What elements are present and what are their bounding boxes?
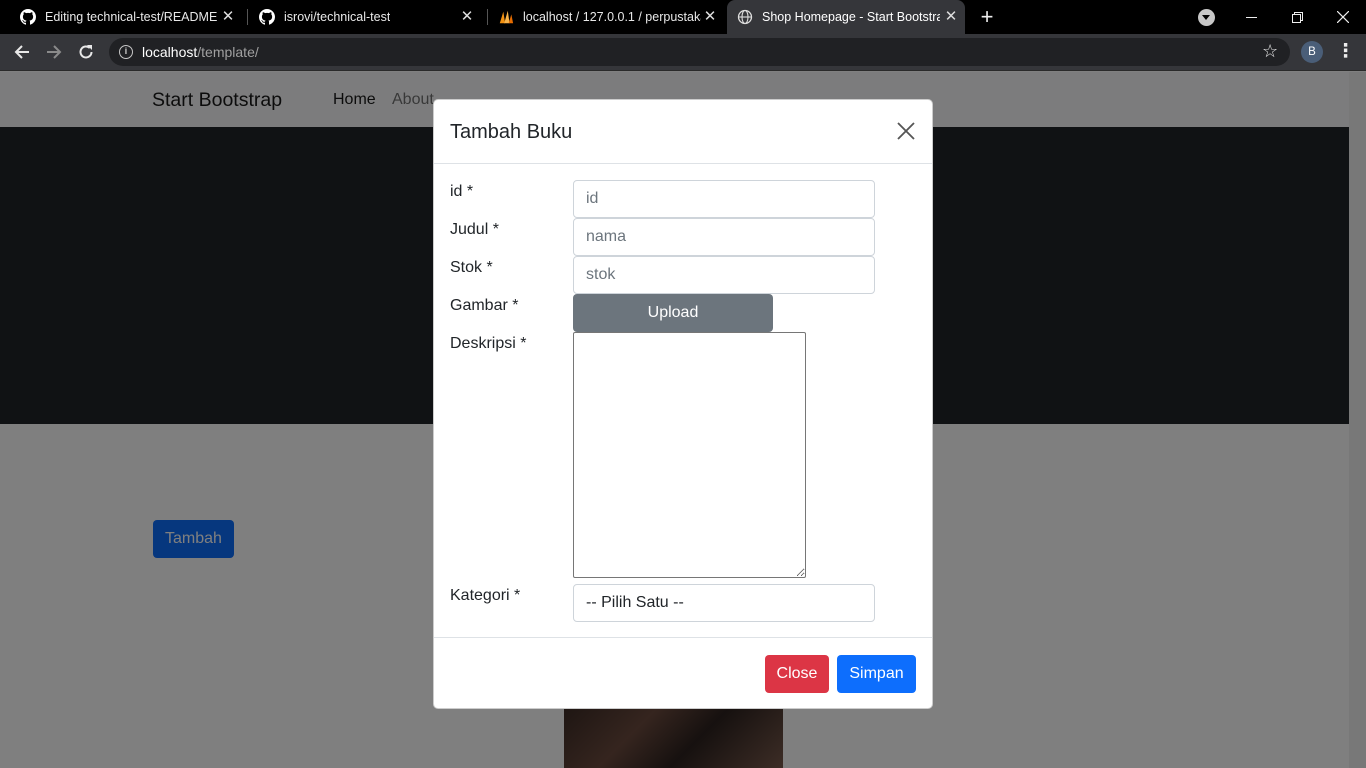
address-bar[interactable]: i localhost/template/ xyxy=(109,38,1290,66)
close-window-icon[interactable] xyxy=(1320,0,1366,34)
minimize-icon[interactable] xyxy=(1228,0,1274,34)
tab-title: Editing technical-test/README.m xyxy=(45,10,217,24)
judul-input[interactable] xyxy=(573,218,875,256)
forward-arrow-icon[interactable] xyxy=(42,40,66,64)
upload-button[interactable]: Upload xyxy=(573,294,773,332)
tab-title: isrovi/technical-test xyxy=(284,10,391,24)
stok-label: Stok * xyxy=(450,259,493,276)
site-info-icon[interactable]: i xyxy=(119,45,133,59)
new-tab-icon[interactable]: + xyxy=(977,5,997,29)
stok-input[interactable] xyxy=(573,256,875,294)
browser-tab-strip: Editing technical-test/README.m ✕ isrovi… xyxy=(0,0,1366,34)
browser-tab-shop[interactable]: Shop Homepage - Start Bootstrap ✕ xyxy=(727,0,965,34)
tambah-buku-modal: Tambah Buku id * Judul * Stok * Gambar *… xyxy=(433,99,933,709)
browser-tab-readme[interactable]: Editing technical-test/README.m ✕ xyxy=(10,0,242,34)
judul-label: Judul * xyxy=(450,221,499,238)
restore-icon[interactable] xyxy=(1274,0,1320,34)
phpmyadmin-icon xyxy=(498,9,514,25)
tab-title: Shop Homepage - Start Bootstrap xyxy=(762,10,940,24)
address-url: localhost/template/ xyxy=(142,44,259,60)
reload-icon[interactable] xyxy=(74,40,98,64)
modal-header: Tambah Buku xyxy=(434,100,932,164)
modal-body: id * Judul * Stok * Gambar * Upload Desk… xyxy=(434,164,932,638)
globe-icon xyxy=(737,9,753,25)
deskripsi-label: Deskripsi * xyxy=(450,335,527,352)
bookmark-star-icon[interactable]: ☆ xyxy=(1262,39,1278,63)
browser-menu-icon[interactable]: ⋮ xyxy=(1336,40,1355,64)
modal-footer: Close Simpan xyxy=(434,637,932,708)
back-arrow-icon[interactable] xyxy=(10,40,34,64)
browser-tab-repo[interactable]: isrovi/technical-test ✕ xyxy=(249,0,481,34)
tab-search-icon[interactable] xyxy=(1198,9,1215,26)
id-label: id * xyxy=(450,183,474,200)
close-tab-icon[interactable]: ✕ xyxy=(943,9,959,25)
browser-toolbar: i localhost/template/ ☆ B ⋮ xyxy=(0,34,1366,71)
close-icon[interactable] xyxy=(895,120,917,142)
browser-tab-phpmyadmin[interactable]: localhost / 127.0.0.1 / perpustaka ✕ xyxy=(488,0,724,34)
modal-title: Tambah Buku xyxy=(450,121,573,143)
kategori-select[interactable]: -- Pilih Satu -- xyxy=(573,584,875,622)
profile-avatar[interactable]: B xyxy=(1301,41,1323,63)
deskripsi-textarea[interactable] xyxy=(573,332,806,578)
github-icon xyxy=(20,9,36,25)
simpan-button[interactable]: Simpan xyxy=(837,655,916,693)
id-input[interactable] xyxy=(573,180,875,218)
gambar-label: Gambar * xyxy=(450,297,519,314)
kategori-label: Kategori * xyxy=(450,587,521,604)
close-tab-icon[interactable]: ✕ xyxy=(702,9,718,25)
close-tab-icon[interactable]: ✕ xyxy=(220,9,236,25)
close-tab-icon[interactable]: ✕ xyxy=(459,9,475,25)
close-button[interactable]: Close xyxy=(765,655,829,693)
kategori-selected-value: -- Pilih Satu -- xyxy=(586,594,684,611)
tab-title: localhost / 127.0.0.1 / perpustaka xyxy=(523,10,701,24)
github-icon xyxy=(259,9,275,25)
